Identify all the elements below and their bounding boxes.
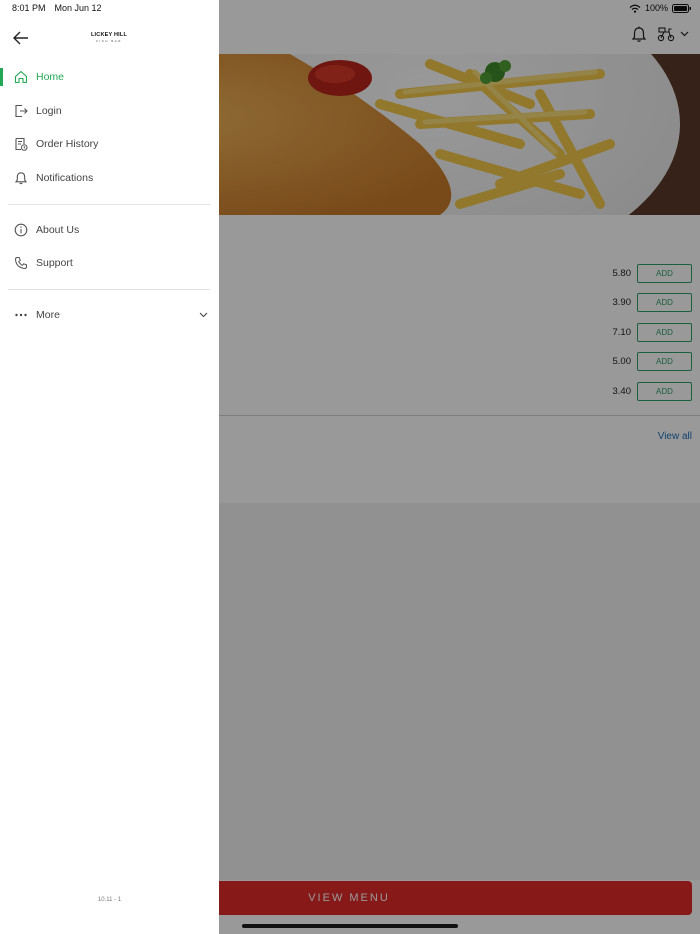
more-dots-icon (13, 308, 28, 323)
nav-item-login[interactable]: Login (0, 98, 219, 124)
item-price: 5.00 (612, 356, 632, 367)
add-button[interactable]: ADD (637, 264, 692, 283)
battery-percent: 100% (644, 3, 668, 13)
menu-divider (8, 204, 210, 205)
back-arrow-icon[interactable] (12, 30, 30, 46)
nav-item-more[interactable]: More (0, 302, 219, 328)
nav-item-label: Notifications (36, 172, 94, 184)
add-button[interactable]: ADD (637, 323, 692, 342)
menu-divider (8, 289, 210, 290)
add-button[interactable]: ADD (637, 382, 692, 401)
nav-item-notifications[interactable]: Notifications (0, 165, 219, 191)
chevron-down-icon (199, 312, 208, 318)
nav-item-label: Order History (36, 138, 99, 150)
nav-item-label: About Us (36, 224, 80, 236)
menu-item-row: 3.90 ADD (609, 293, 692, 312)
brand-logo: LICKEY HILL FISH BAR (80, 32, 138, 43)
menu-item-row: 5.80 ADD (609, 264, 692, 283)
item-price: 5.80 (612, 268, 632, 279)
status-bar-right: 100% (629, 3, 692, 13)
delivery-scooter-icon[interactable] (657, 26, 675, 42)
home-indicator (242, 924, 458, 928)
nav-item-order-history[interactable]: Order History (0, 131, 219, 157)
logo-subtitle: FISH BAR (96, 39, 122, 43)
bell-icon (13, 171, 28, 186)
nav-item-label: Support (36, 257, 73, 269)
add-button[interactable]: ADD (637, 293, 692, 312)
item-price: 7.10 (612, 327, 632, 338)
wifi-icon (629, 4, 641, 13)
nav-item-home[interactable]: Home (0, 64, 219, 90)
login-icon (13, 104, 28, 119)
add-button[interactable]: ADD (637, 352, 692, 371)
status-bar-left: 8:01 PM Mon Jun 12 (12, 3, 102, 13)
nav-item-support[interactable]: Support (0, 250, 219, 276)
menu-item-row: 7.10 ADD (609, 323, 692, 342)
nav-item-label: More (36, 309, 60, 321)
side-drawer: 8:01 PM Mon Jun 12 LICKEY HILL FISH BAR … (0, 0, 219, 934)
logo-title: LICKEY HILL (90, 32, 128, 38)
nav-item-label: Home (36, 71, 65, 83)
item-price: 3.90 (612, 297, 632, 308)
view-all-link[interactable]: View all (658, 431, 692, 442)
status-date: Mon Jun 12 (54, 3, 102, 13)
item-price: 3.40 (612, 386, 632, 397)
chevron-down-icon[interactable] (680, 31, 689, 37)
menu-item-row: 3.40 ADD (609, 382, 692, 401)
bell-icon[interactable] (631, 26, 647, 43)
app-version: 10.11 - 1 (97, 897, 122, 903)
nav-item-label: Login (36, 105, 62, 117)
nav-item-about-us[interactable]: About Us (0, 217, 219, 243)
info-icon (13, 223, 28, 238)
menu-item-row: 5.00 ADD (609, 352, 692, 371)
home-icon (13, 70, 28, 85)
battery-icon (672, 3, 691, 13)
order-history-icon (13, 137, 28, 152)
phone-icon (13, 256, 28, 271)
status-time: 8:01 PM (12, 3, 46, 13)
